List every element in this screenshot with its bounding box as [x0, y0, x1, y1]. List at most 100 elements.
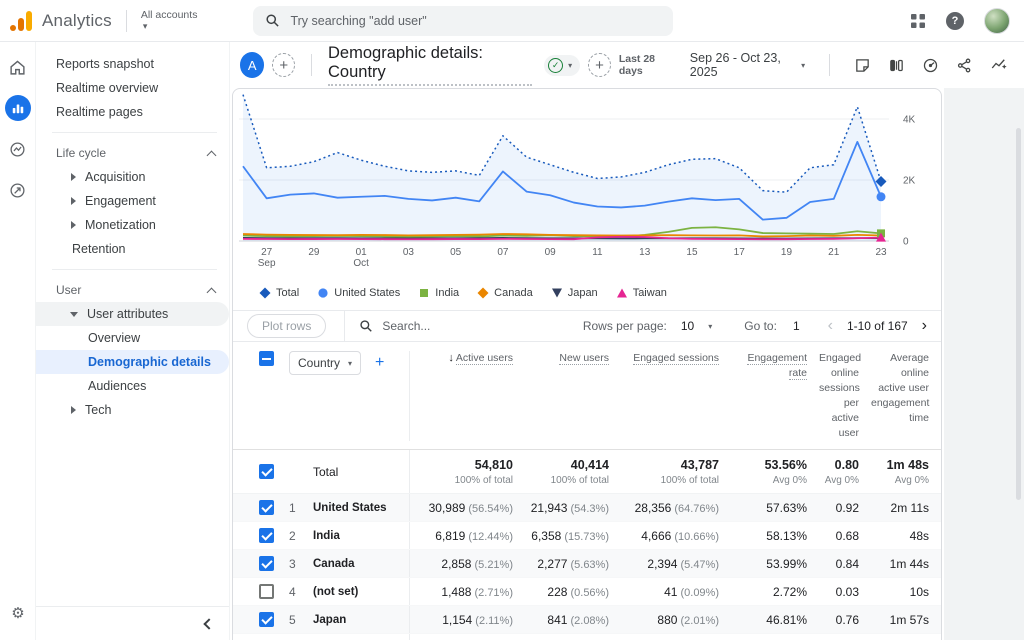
legend-item-total[interactable]: Total: [259, 287, 299, 299]
sidebar-item-overview[interactable]: Overview: [36, 326, 229, 350]
add-comparison-icon[interactable]: +: [588, 53, 611, 77]
rows-per-page-select[interactable]: 10: [681, 319, 694, 333]
row-metric: 58.13%: [731, 522, 819, 549]
go-to-input[interactable]: 1: [793, 319, 800, 333]
svg-text:11: 11: [592, 247, 603, 258]
svg-text:23: 23: [875, 247, 887, 258]
table-search-input[interactable]: Search...: [359, 319, 430, 333]
previous-page-icon[interactable]: ‹: [828, 317, 833, 335]
insights-icon[interactable]: [990, 56, 1008, 74]
advertising-icon[interactable]: [5, 177, 31, 203]
row-checkbox[interactable]: [259, 528, 274, 543]
legend-item-united-states[interactable]: United States: [317, 287, 400, 299]
row-checkbox[interactable]: [259, 500, 274, 515]
property-avatar[interactable]: A: [240, 52, 264, 78]
divider: [344, 311, 345, 342]
account-switcher[interactable]: All accounts ▾: [141, 10, 198, 32]
comparison-icon[interactable]: [888, 57, 905, 74]
svg-text:09: 09: [545, 247, 557, 258]
column-header-engaged-online-sessions-per-active-user[interactable]: Engaged online sessions per active user: [819, 351, 871, 441]
date-range-picker[interactable]: Sep 26 - Oct 23, 2025 ▾: [690, 51, 805, 79]
sidebar-footer: [36, 606, 229, 640]
sampling-icon[interactable]: [922, 57, 939, 74]
total-checkbox[interactable]: [259, 464, 274, 479]
svg-text:29: 29: [308, 247, 320, 258]
collapse-sidebar-icon[interactable]: [203, 618, 214, 629]
sidebar-item-monetization[interactable]: Monetization: [36, 213, 229, 237]
column-label: New users: [559, 352, 609, 365]
explore-icon[interactable]: [5, 136, 31, 162]
sidebar-item-realtime-overview[interactable]: Realtime overview: [36, 76, 229, 100]
row-metric: 0.76: [819, 606, 871, 633]
dimension-select[interactable]: Country ▾: [289, 351, 361, 375]
total-metric: 40,414100% of total: [525, 450, 621, 493]
next-page-icon[interactable]: ›: [922, 317, 927, 335]
column-header-engagement-rate[interactable]: Engagement rate: [731, 351, 819, 381]
sort-desc-icon: ↓: [448, 352, 454, 364]
sidebar-section-user[interactable]: User: [36, 278, 229, 302]
row-checkbox[interactable]: [259, 556, 274, 571]
row-metric: 4,666 (10.66%): [621, 522, 731, 549]
sidebar-item-demographic-details[interactable]: Demographic details: [36, 350, 229, 374]
notes-icon[interactable]: [854, 57, 871, 74]
admin-gear-icon[interactable]: ⚙: [0, 604, 36, 622]
legend-item-taiwan[interactable]: Taiwan: [616, 287, 667, 299]
sidebar-item-tech[interactable]: Tech: [36, 398, 229, 422]
row-checkbox[interactable]: [259, 584, 274, 599]
chevron-down-icon[interactable]: ▾: [708, 322, 712, 331]
row-index: 2: [289, 529, 313, 543]
row-metric: 0.95: [819, 634, 871, 640]
column-header-new-users[interactable]: New users: [525, 351, 621, 366]
row-metric: 944 (1.72%): [409, 634, 525, 640]
sidebar-item-engagement[interactable]: Engagement: [36, 189, 229, 213]
table-row-united-states: 1United States30,989 (56.54%)21,943 (54.…: [233, 494, 941, 522]
arrow-right-icon: [71, 221, 76, 229]
table-row-japan: 5Japan1,154 (2.11%)841 (2.08%)880 (2.01%…: [233, 606, 941, 634]
total-metric: 1m 48sAvg 0%: [871, 450, 941, 493]
plot-rows-button[interactable]: Plot rows: [247, 314, 326, 338]
total-metric: 0.80Avg 0%: [819, 450, 871, 493]
chevron-down-icon: ▾: [348, 359, 352, 368]
sidebar-item-audiences[interactable]: Audiences: [36, 374, 229, 398]
share-icon[interactable]: [956, 57, 973, 74]
sidebar-item-realtime-pages[interactable]: Realtime pages: [36, 100, 229, 124]
legend-item-japan[interactable]: Japan: [551, 287, 598, 299]
column-header-average-online-active-user-engagement-time[interactable]: Average online active user engagement ti…: [871, 351, 941, 426]
apps-grid-icon[interactable]: [910, 13, 926, 29]
svg-text:21: 21: [828, 247, 840, 258]
arrow-down-icon: [70, 312, 78, 317]
report-status-pill[interactable]: ✓ ▾: [544, 55, 580, 76]
sidebar-item-reports-snapshot[interactable]: Reports snapshot: [36, 52, 229, 76]
sidebar-item-user-attributes[interactable]: User attributes: [36, 302, 229, 326]
add-dimension-icon[interactable]: +: [375, 354, 384, 372]
page-title[interactable]: Demographic details: Country: [328, 44, 532, 86]
row-metric: 1m 44s: [871, 550, 941, 577]
total-label: Total: [313, 465, 409, 479]
avatar[interactable]: [984, 8, 1010, 34]
triangle-down-icon: [551, 287, 563, 299]
row-metric: 48s: [871, 522, 941, 549]
divider: [52, 132, 217, 133]
row-dimension-value: India: [313, 530, 409, 542]
column-label: Engagement rate: [747, 352, 807, 380]
select-all-checkbox[interactable]: [259, 351, 274, 366]
sidebar-item-retention[interactable]: Retention: [36, 237, 229, 261]
add-report-tab-icon[interactable]: +: [272, 53, 295, 77]
home-icon[interactable]: [5, 54, 31, 80]
search-input[interactable]: Try searching "add user": [253, 6, 673, 36]
scrollbar[interactable]: [1016, 128, 1021, 500]
column-header-active-users[interactable]: ↓Active users: [409, 351, 525, 441]
row-checkbox[interactable]: [259, 612, 274, 627]
row-metric: 28,356 (64.76%): [621, 494, 731, 521]
table-row-taiwan: 6Taiwan944 (1.72%)750 (1.86%)896 (2.05%)…: [233, 634, 941, 640]
help-icon[interactable]: ?: [946, 12, 964, 30]
row-metric: 2.72%: [731, 578, 819, 605]
legend-item-canada[interactable]: Canada: [477, 287, 533, 299]
column-header-engaged-sessions[interactable]: Engaged sessions: [621, 351, 731, 366]
search-icon: [265, 13, 280, 28]
sidebar-item-acquisition[interactable]: Acquisition: [36, 165, 229, 189]
sidebar-section-life-cycle[interactable]: Life cycle: [36, 141, 229, 165]
reports-icon[interactable]: [5, 95, 31, 121]
row-dimension-value: United States: [313, 502, 409, 514]
legend-item-india[interactable]: India: [418, 287, 459, 299]
